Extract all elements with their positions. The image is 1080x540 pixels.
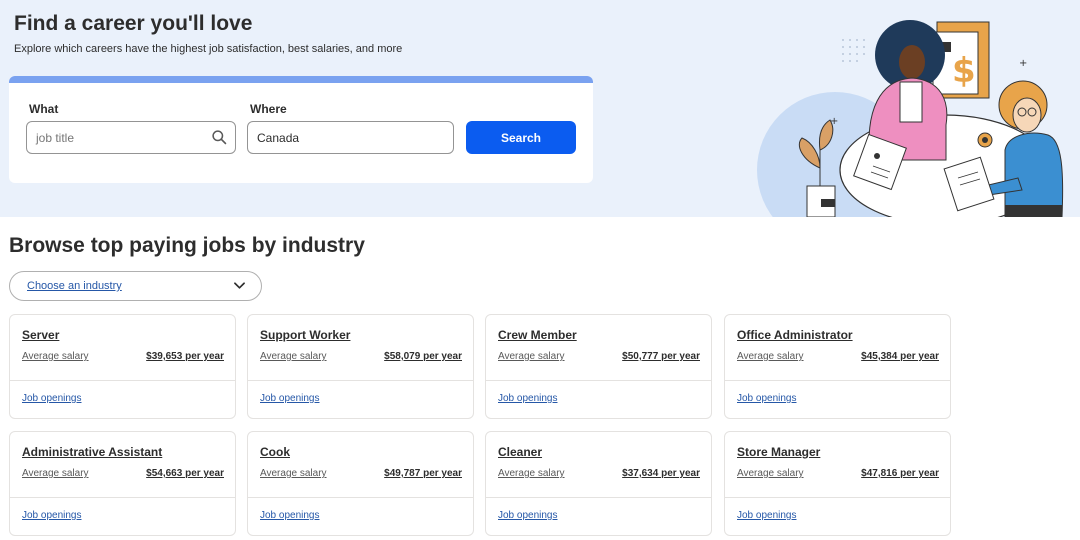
search-card: What job title Where Canada Search [9,76,593,183]
search-button[interactable]: Search [466,121,576,154]
card-divider [10,380,235,381]
salary-value[interactable]: $50,777 per year [622,351,700,362]
salary-label[interactable]: Average salary [498,468,565,479]
browse-section-title: Browse top paying jobs by industry [9,234,365,257]
what-label: What [29,102,59,116]
search-icon [212,130,227,145]
job-card: Server Average salary $39,653 per year J… [9,314,236,419]
job-card: Office Administrator Average salary $45,… [724,314,951,419]
job-title-link[interactable]: Store Manager [737,445,820,459]
job-openings-link[interactable]: Job openings [22,393,82,404]
salary-value[interactable]: $58,079 per year [384,351,462,362]
job-title-link[interactable]: Crew Member [498,328,577,342]
where-label: Where [250,102,287,116]
industry-select-label: Choose an industry [27,280,122,292]
svg-text:+: + [1019,58,1027,69]
where-value: Canada [257,130,300,145]
job-card: Store Manager Average salary $47,816 per… [724,431,951,536]
job-card: Cleaner Average salary $37,634 per year … [485,431,712,536]
salary-value[interactable]: $39,653 per year [146,351,224,362]
salary-label[interactable]: Average salary [737,468,804,479]
job-openings-link[interactable]: Job openings [22,510,82,521]
page-subtitle: Explore which careers have the highest j… [14,43,403,55]
job-title-link[interactable]: Administrative Assistant [22,445,162,459]
where-input[interactable]: Canada [247,121,454,154]
job-title-link[interactable]: Office Administrator [737,328,853,342]
job-card: Cook Average salary $49,787 per year Job… [247,431,474,536]
salary-label[interactable]: Average salary [22,351,89,362]
card-divider [486,380,711,381]
job-openings-link[interactable]: Job openings [260,393,320,404]
hero-banner: Find a career you'll love Explore which … [0,0,1080,217]
job-title-link[interactable]: Server [22,328,59,342]
salary-value[interactable]: $47,816 per year [861,468,939,479]
job-card: Administrative Assistant Average salary … [9,431,236,536]
job-card: Crew Member Average salary $50,777 per y… [485,314,712,419]
what-input[interactable]: job title [26,121,236,154]
card-divider [725,497,950,498]
card-divider [248,497,473,498]
chevron-down-icon [234,282,245,289]
card-divider [725,380,950,381]
industry-select[interactable]: Choose an industry [9,271,262,301]
card-divider [10,497,235,498]
page-title: Find a career you'll love [14,12,253,35]
job-title-link[interactable]: Support Worker [260,328,350,342]
salary-value[interactable]: $37,634 per year [622,468,700,479]
job-openings-link[interactable]: Job openings [498,510,558,521]
what-placeholder: job title [36,130,75,145]
job-openings-link[interactable]: Job openings [737,510,797,521]
salary-label[interactable]: Average salary [737,351,804,362]
salary-label[interactable]: Average salary [260,351,327,362]
search-card-accent-bar [9,76,593,83]
job-title-link[interactable]: Cleaner [498,445,542,459]
job-openings-link[interactable]: Job openings [737,393,797,404]
job-title-link[interactable]: Cook [260,445,290,459]
salary-value[interactable]: $54,663 per year [146,468,224,479]
card-divider [248,380,473,381]
job-card: Support Worker Average salary $58,079 pe… [247,314,474,419]
salary-label[interactable]: Average salary [22,468,89,479]
job-openings-link[interactable]: Job openings [498,393,558,404]
salary-label[interactable]: Average salary [498,351,565,362]
svg-text:$: $ [952,51,976,91]
job-openings-link[interactable]: Job openings [260,510,320,521]
career-illustration: + + $ [757,20,1064,217]
salary-value[interactable]: $45,384 per year [861,351,939,362]
card-divider [486,497,711,498]
salary-label[interactable]: Average salary [260,468,327,479]
salary-value[interactable]: $49,787 per year [384,468,462,479]
